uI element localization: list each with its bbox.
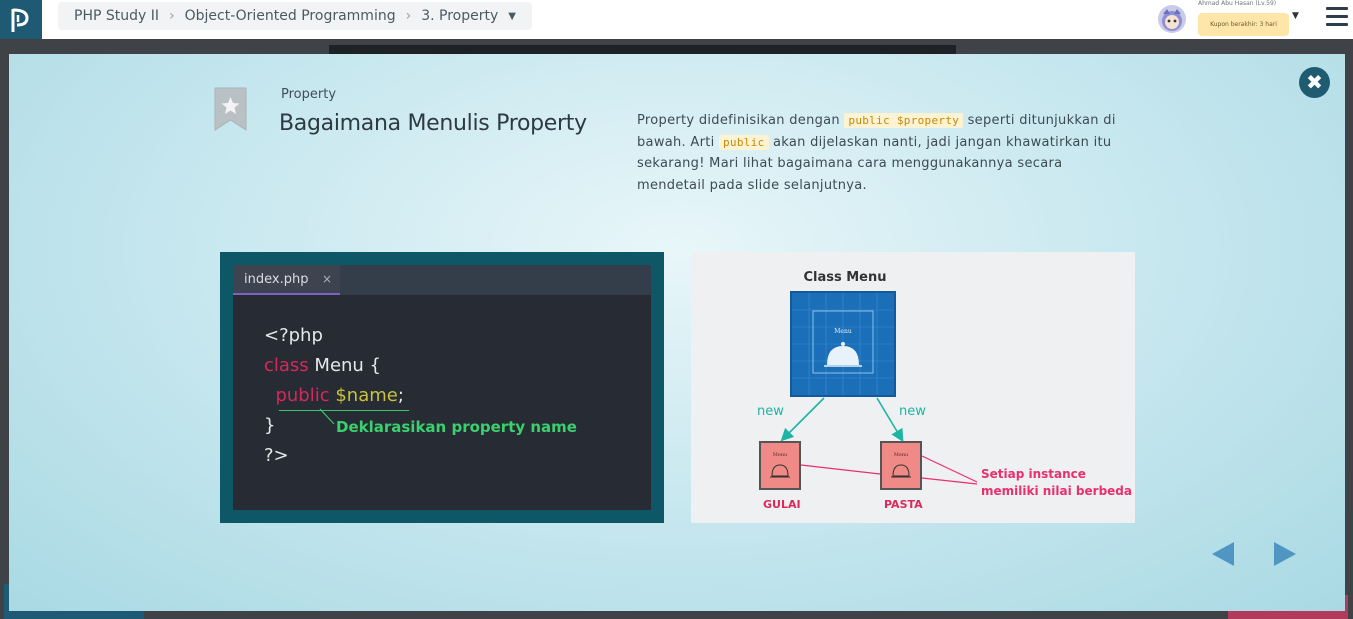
tab-label: index.php (244, 272, 309, 287)
breadcrumb-lesson[interactable]: 3. Property (421, 8, 498, 24)
instance-gulai: Menu (759, 441, 801, 490)
code-keyword: class (264, 355, 309, 376)
hamburger-menu-icon[interactable] (1326, 7, 1348, 27)
breadcrumb: PHP Study II › Object-Oriented Programmi… (58, 2, 532, 30)
avatar-icon[interactable] (1158, 5, 1186, 33)
code-text: Menu { (308, 355, 382, 376)
inline-code: public $property (844, 113, 964, 128)
breadcrumb-chapter[interactable]: Object-Oriented Programming (185, 8, 396, 24)
user-name: Ahmad Abu Hasan (Lv.59) (1198, 0, 1277, 7)
code-text: ; (397, 385, 404, 406)
code-variable: $name (329, 385, 398, 406)
chevron-right-icon: › (405, 8, 412, 24)
slide-description: Property didefinisikan dengan public $pr… (637, 110, 1117, 196)
arrow-right-icon[interactable] (1274, 542, 1296, 566)
breadcrumb-course[interactable]: PHP Study II (74, 8, 159, 24)
editor-tab-bar: index.php × (233, 265, 651, 295)
instance-pasta: Menu (880, 441, 922, 490)
bookmark-star-icon[interactable] (214, 87, 247, 131)
menu-label: Menu (894, 452, 909, 458)
note-line: Setiap instance (981, 467, 1086, 481)
close-tab-icon: × (321, 272, 332, 286)
instance-label: GULAI (763, 498, 801, 511)
close-icon[interactable]: ✖ (1299, 67, 1330, 98)
class-diagram-panel: Class Menu Menu new new Menu Menu GULAI … (691, 252, 1135, 523)
code-example-panel: index.php × <?php class Menu { public $n… (220, 252, 664, 523)
user-menu[interactable]: Ahmad Abu Hasan (Lv.59) Kupon berakhir: … (1158, 0, 1308, 39)
logo-icon[interactable] (0, 0, 42, 39)
section-label: Property (281, 87, 337, 102)
code-block: <?php class Menu { public $name; } ?> (264, 321, 404, 471)
new-label: new (757, 404, 784, 419)
desc-text: Property didefinisikan dengan (637, 113, 845, 128)
code-annotation: Deklarasikan property name (336, 418, 577, 436)
top-bar: PHP Study II › Object-Oriented Programmi… (0, 0, 1353, 39)
code-line: ?> (264, 445, 289, 466)
code-line: } (264, 415, 276, 436)
new-label: new (899, 404, 926, 419)
code-line: <?php (264, 325, 323, 346)
slide-title: Bagaimana Menulis Property (279, 111, 587, 136)
code-keyword: public (275, 385, 330, 406)
note-line: memiliki nilai berbeda (981, 484, 1132, 498)
menu-label: Menu (773, 452, 788, 458)
coupon-badge[interactable]: Kupon berakhir: 3 hari (1198, 13, 1289, 36)
chevron-right-icon: › (169, 8, 175, 24)
tab-index-php: index.php × (233, 265, 340, 295)
inline-code: public (719, 134, 769, 150)
instance-label: PASTA (884, 498, 923, 511)
diagram-note: Setiap instance memiliki nilai berbeda (981, 466, 1132, 500)
caret-down-icon[interactable]: ▼ (1292, 11, 1299, 21)
arrow-left-icon[interactable] (1212, 542, 1234, 566)
slide-modal: ✖ Property Bagaimana Menulis Property Pr… (9, 54, 1345, 611)
code-underline (279, 410, 409, 411)
code-editor: index.php × <?php class Menu { public $n… (233, 265, 651, 510)
caret-down-icon[interactable]: ▼ (508, 11, 516, 22)
